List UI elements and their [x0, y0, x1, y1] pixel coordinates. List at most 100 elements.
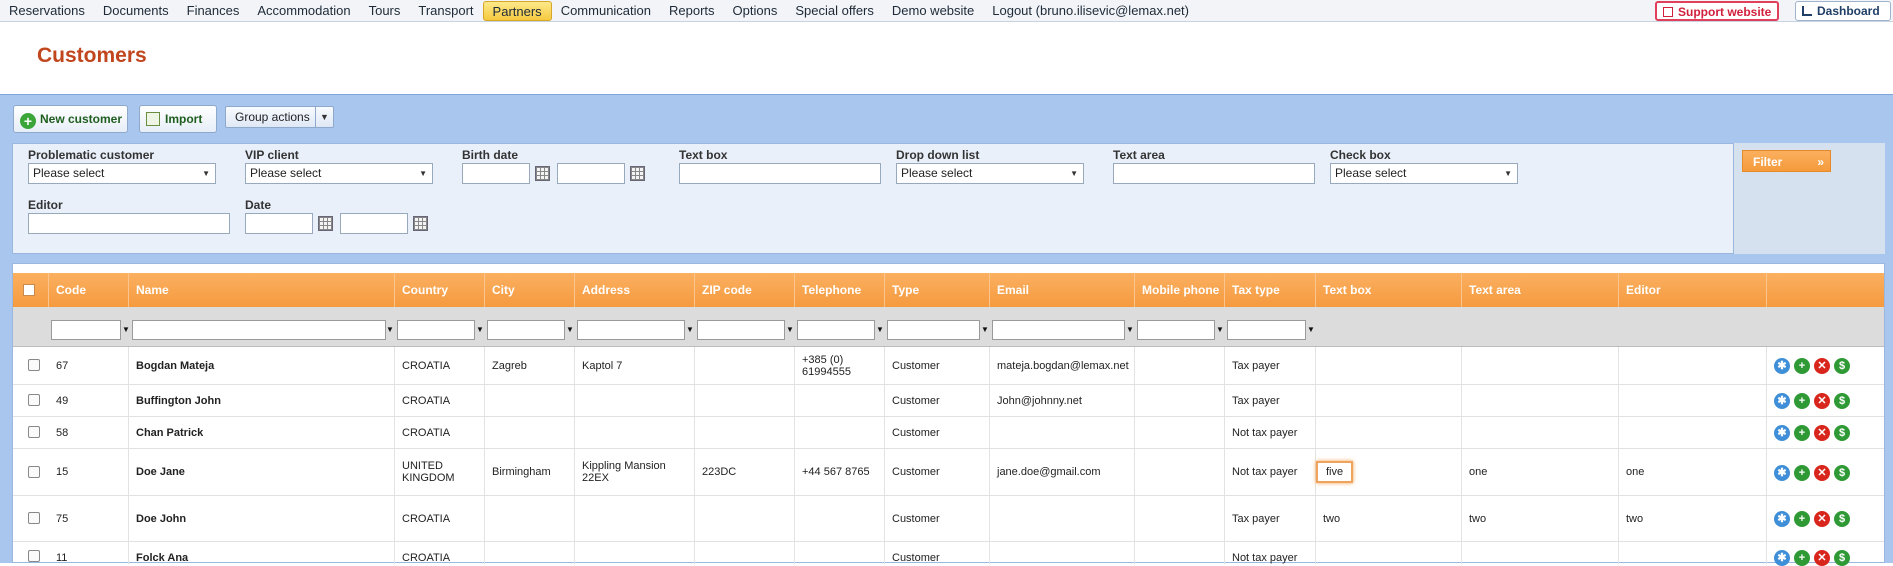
add-icon[interactable]: + [1794, 358, 1810, 374]
row-checkbox[interactable] [28, 466, 40, 478]
text-box-input[interactable] [679, 163, 881, 184]
import-button[interactable]: Import [139, 105, 217, 133]
type-column-filter[interactable] [887, 320, 980, 340]
date-from-input[interactable] [245, 213, 313, 234]
chevron-down-icon[interactable]: ▼ [1307, 320, 1317, 340]
table-row[interactable]: 75 Doe John CROATIA Customer Tax payer t… [13, 496, 1884, 542]
row-checkbox[interactable] [28, 512, 40, 524]
add-icon[interactable]: + [1794, 425, 1810, 441]
menu-options[interactable]: Options [724, 1, 787, 21]
city-column-filter[interactable] [487, 320, 565, 340]
new-customer-button[interactable]: + New customer [13, 105, 128, 133]
table-row[interactable]: 11 Folck Ana CROATIA Customer Not tax pa… [13, 542, 1884, 566]
email-column-filter[interactable] [992, 320, 1125, 340]
dollar-icon[interactable]: $ [1834, 465, 1850, 481]
chevron-down-icon[interactable]: ▼ [386, 320, 396, 340]
add-icon[interactable]: + [1794, 393, 1810, 409]
birth-date-to-input[interactable] [557, 163, 625, 184]
chevron-down-icon[interactable]: ▼ [1126, 320, 1136, 340]
calendar-icon[interactable] [318, 216, 333, 231]
cell-name[interactable]: Chan Patrick [129, 417, 395, 448]
dollar-icon[interactable]: $ [1834, 358, 1850, 374]
gear-icon[interactable]: ✱ [1774, 550, 1790, 566]
add-icon[interactable]: + [1794, 550, 1810, 566]
name-column-filter[interactable] [132, 320, 386, 340]
menu-reports[interactable]: Reports [660, 1, 724, 21]
menu-transport[interactable]: Transport [409, 1, 482, 21]
delete-icon[interactable]: ✕ [1814, 511, 1830, 527]
row-checkbox[interactable] [28, 359, 40, 371]
add-icon[interactable]: + [1794, 465, 1810, 481]
group-actions-dropdown[interactable]: Group actions ▼ [225, 106, 334, 128]
text-box-edit-field[interactable]: five [1316, 461, 1354, 483]
date-to-input[interactable] [340, 213, 408, 234]
gear-icon[interactable]: ✱ [1774, 511, 1790, 527]
chevron-down-icon[interactable]: ▼ [981, 320, 991, 340]
column-header-name[interactable]: Name [129, 273, 395, 307]
menu-reservations[interactable]: Reservations [0, 1, 94, 21]
telephone-column-filter[interactable] [797, 320, 875, 340]
menu-tours[interactable]: Tours [360, 1, 410, 21]
chevron-down-icon[interactable]: ▼ [566, 320, 576, 340]
cell-text-box[interactable]: five [1316, 449, 1462, 495]
dollar-icon[interactable]: $ [1834, 425, 1850, 441]
dollar-icon[interactable]: $ [1834, 393, 1850, 409]
gear-icon[interactable]: ✱ [1774, 358, 1790, 374]
code-column-filter[interactable] [51, 320, 121, 340]
delete-icon[interactable]: ✕ [1814, 358, 1830, 374]
dollar-icon[interactable]: $ [1834, 511, 1850, 527]
cell-name[interactable]: Buffington John [129, 385, 395, 416]
table-row[interactable]: 67 Bogdan Mateja CROATIA Zagreb Kaptol 7… [13, 347, 1884, 385]
calendar-icon[interactable] [630, 166, 645, 181]
row-checkbox[interactable] [28, 550, 40, 562]
vip-client-select[interactable]: Please select ▼ [245, 163, 433, 184]
column-header-type[interactable]: Type [885, 273, 990, 307]
column-header-editor[interactable]: Editor [1619, 273, 1767, 307]
address-column-filter[interactable] [577, 320, 685, 340]
delete-icon[interactable]: ✕ [1814, 550, 1830, 566]
menu-finances[interactable]: Finances [178, 1, 249, 21]
column-header-telephone[interactable]: Telephone [795, 273, 885, 307]
column-header-address[interactable]: Address [575, 273, 695, 307]
chevron-down-icon[interactable]: ▼ [476, 320, 486, 340]
dollar-icon[interactable]: $ [1834, 550, 1850, 566]
country-column-filter[interactable] [397, 320, 475, 340]
gear-icon[interactable]: ✱ [1774, 465, 1790, 481]
select-all-checkbox[interactable] [23, 284, 35, 296]
cell-name[interactable]: Doe John [129, 496, 395, 541]
row-checkbox[interactable] [28, 426, 40, 438]
column-header-code[interactable]: Code [49, 273, 129, 307]
menu-demo-website[interactable]: Demo website [883, 1, 983, 21]
chevron-down-icon[interactable]: ▼ [686, 320, 696, 340]
chevron-down-icon[interactable]: ▼ [786, 320, 796, 340]
menu-partners[interactable]: Partners [482, 1, 552, 21]
column-header-mobile-phone[interactable]: Mobile phone [1135, 273, 1225, 307]
support-website-button[interactable]: Support website [1655, 1, 1779, 21]
gear-icon[interactable]: ✱ [1774, 425, 1790, 441]
tax-type-column-filter[interactable] [1227, 320, 1306, 340]
column-header-zip[interactable]: ZIP code [695, 273, 795, 307]
check-box-select[interactable]: Please select ▼ [1330, 163, 1518, 184]
delete-icon[interactable]: ✕ [1814, 425, 1830, 441]
column-header-country[interactable]: Country [395, 273, 485, 307]
column-header-city[interactable]: City [485, 273, 575, 307]
table-row[interactable]: 58 Chan Patrick CROATIA Customer Not tax… [13, 417, 1884, 449]
menu-accommodation[interactable]: Accommodation [248, 1, 359, 21]
cell-name[interactable]: Bogdan Mateja [129, 347, 395, 384]
birth-date-from-input[interactable] [462, 163, 530, 184]
cell-name[interactable]: Doe Jane [129, 449, 395, 495]
chevron-down-icon[interactable]: ▼ [1216, 320, 1226, 340]
menu-logout[interactable]: Logout (bruno.ilisevic@lemax.net) [983, 1, 1198, 21]
filter-button[interactable]: Filter » [1742, 150, 1831, 172]
dashboard-button[interactable]: Dashboard [1795, 1, 1891, 21]
drop-down-list-select[interactable]: Please select ▼ [896, 163, 1084, 184]
row-checkbox[interactable] [28, 394, 40, 406]
menu-communication[interactable]: Communication [552, 1, 660, 21]
chevron-down-icon[interactable]: ▼ [315, 107, 333, 127]
gear-icon[interactable]: ✱ [1774, 393, 1790, 409]
menu-special-offers[interactable]: Special offers [786, 1, 883, 21]
chevron-down-icon[interactable]: ▼ [876, 320, 886, 340]
table-row[interactable]: 15 Doe Jane UNITED KINGDOM Birmingham Ki… [13, 449, 1884, 496]
calendar-icon[interactable] [535, 166, 550, 181]
editor-input[interactable] [28, 213, 230, 234]
